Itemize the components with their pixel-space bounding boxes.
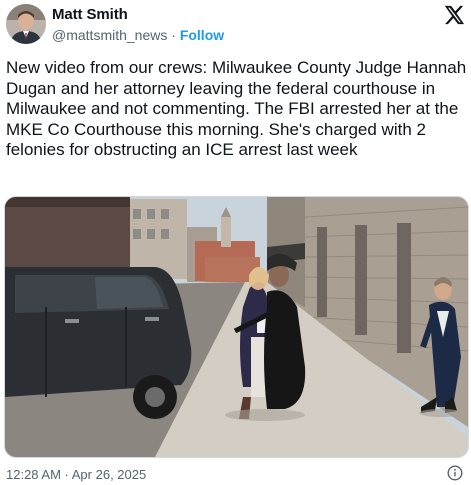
follow-button[interactable]: Follow — [180, 27, 224, 43]
tweet-video[interactable] — [4, 196, 469, 458]
x-logo-icon[interactable] — [443, 4, 465, 26]
info-icon[interactable] — [447, 465, 463, 481]
avatar-image — [6, 4, 46, 44]
author-handle[interactable]: @mattsmith_news — [52, 27, 167, 43]
author-name[interactable]: Matt Smith — [52, 6, 128, 23]
separator: · — [167, 27, 180, 43]
tweet-timestamp[interactable]: 12:28 AM · Apr 26, 2025 — [6, 467, 146, 482]
avatar[interactable] — [6, 4, 46, 44]
tweet-card: Matt Smith @mattsmith_news · Follow New … — [0, 0, 471, 485]
video-frame — [5, 197, 468, 457]
author-meta: @mattsmith_news · Follow — [52, 27, 224, 43]
tweet-text: New video from our crews: Milwaukee Coun… — [6, 58, 467, 159]
